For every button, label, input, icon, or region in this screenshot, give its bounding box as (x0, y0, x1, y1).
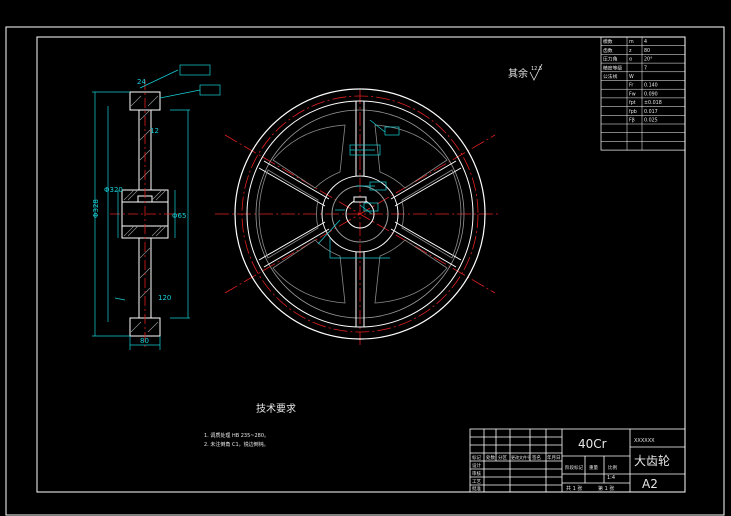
param-cell: 精度等级 (603, 64, 622, 71)
label-count: 处数 (486, 454, 495, 461)
part-name: 大齿轮 (634, 454, 670, 468)
tech-note-1: 1. 调质处理 HB 235~280。 (204, 432, 269, 439)
material-label: 40Cr (578, 437, 607, 451)
section-view (110, 80, 180, 350)
param-cell: 压力角 (603, 56, 618, 63)
inner-border (36, 36, 686, 493)
param-cell: Fβ (629, 118, 635, 124)
param-cell: Fw (629, 91, 636, 97)
param-cell: 0.140 (644, 83, 658, 89)
label-mark: 标记 (472, 454, 481, 461)
label-weight: 重量 (589, 464, 598, 471)
param-cell: 4 (644, 39, 647, 45)
label-stage: 阶段标记 (565, 464, 583, 471)
param-cell: 0.090 (644, 91, 658, 97)
cad-drawing: 24 Φ328 Φ320 Φ65 120 80 12 其余 12.5 模数 m … (5, 26, 725, 516)
param-cell: 齿数 (603, 47, 613, 54)
section-dimensions (92, 64, 221, 350)
dim-d-tip: Φ328 (92, 199, 100, 218)
param-cell: z (629, 49, 632, 54)
tech-requirements-title: 技术要求 (256, 402, 296, 415)
param-cell: 模数 (603, 38, 613, 45)
roughness-value: 12.5 (531, 66, 542, 72)
tech-note-2: 2. 未注倒角 C1，锐边倒钝。 (204, 441, 269, 448)
sheet-total: 共 1 张 (566, 485, 582, 492)
param-cell: 公法线 (603, 73, 618, 80)
param-cell: 80 (644, 48, 650, 54)
param-cell: Fr (629, 83, 633, 89)
dim-rim: 12 (150, 127, 159, 135)
scale-value: 1:4 (607, 475, 615, 481)
company-name: XXXXXX (634, 438, 655, 444)
outer-border (5, 26, 725, 516)
dim-top: 24 (137, 78, 146, 86)
dim-face-width: 80 (140, 337, 149, 345)
param-cell: fpb (629, 109, 637, 115)
param-cell: fpt (629, 100, 636, 106)
label-design: 设计 (472, 462, 481, 469)
sheet-size: A2 (642, 477, 658, 491)
label-process: 工艺 (472, 479, 481, 485)
label-date: 年月日 (547, 454, 561, 461)
bore-keyway (353, 196, 367, 203)
param-cell: W (629, 74, 634, 80)
label-sign: 签名 (532, 454, 541, 461)
label-approve: 批准 (472, 485, 481, 492)
dim-bore: Φ65 (172, 212, 186, 220)
label-scale: 比例 (608, 464, 617, 471)
front-view (215, 88, 500, 345)
parameter-table: 模数 m 4 齿数 z 80 压力角 α 20° 精度等级 7 公法线 W Fr 0.140 Fw 0.090 f… (600, 36, 686, 151)
param-cell: 0.017 (644, 109, 658, 115)
param-cell: ±0.018 (644, 100, 662, 106)
label-zone: 分区 (498, 454, 507, 461)
dim-d-pitch: Φ320 (104, 186, 123, 194)
dim-hub-len: 120 (158, 294, 171, 302)
param-cell: α (629, 58, 632, 63)
sheet-number: 第 1 张 (598, 485, 614, 492)
label-change: 更改文件号 (511, 454, 531, 460)
param-cell: 0.025 (644, 118, 658, 124)
param-cell: m (629, 40, 634, 45)
param-cell: 20° (644, 57, 653, 63)
roughness-note: 其余 (508, 67, 528, 80)
label-review: 审核 (472, 470, 481, 477)
param-cell: 7 (644, 65, 647, 71)
